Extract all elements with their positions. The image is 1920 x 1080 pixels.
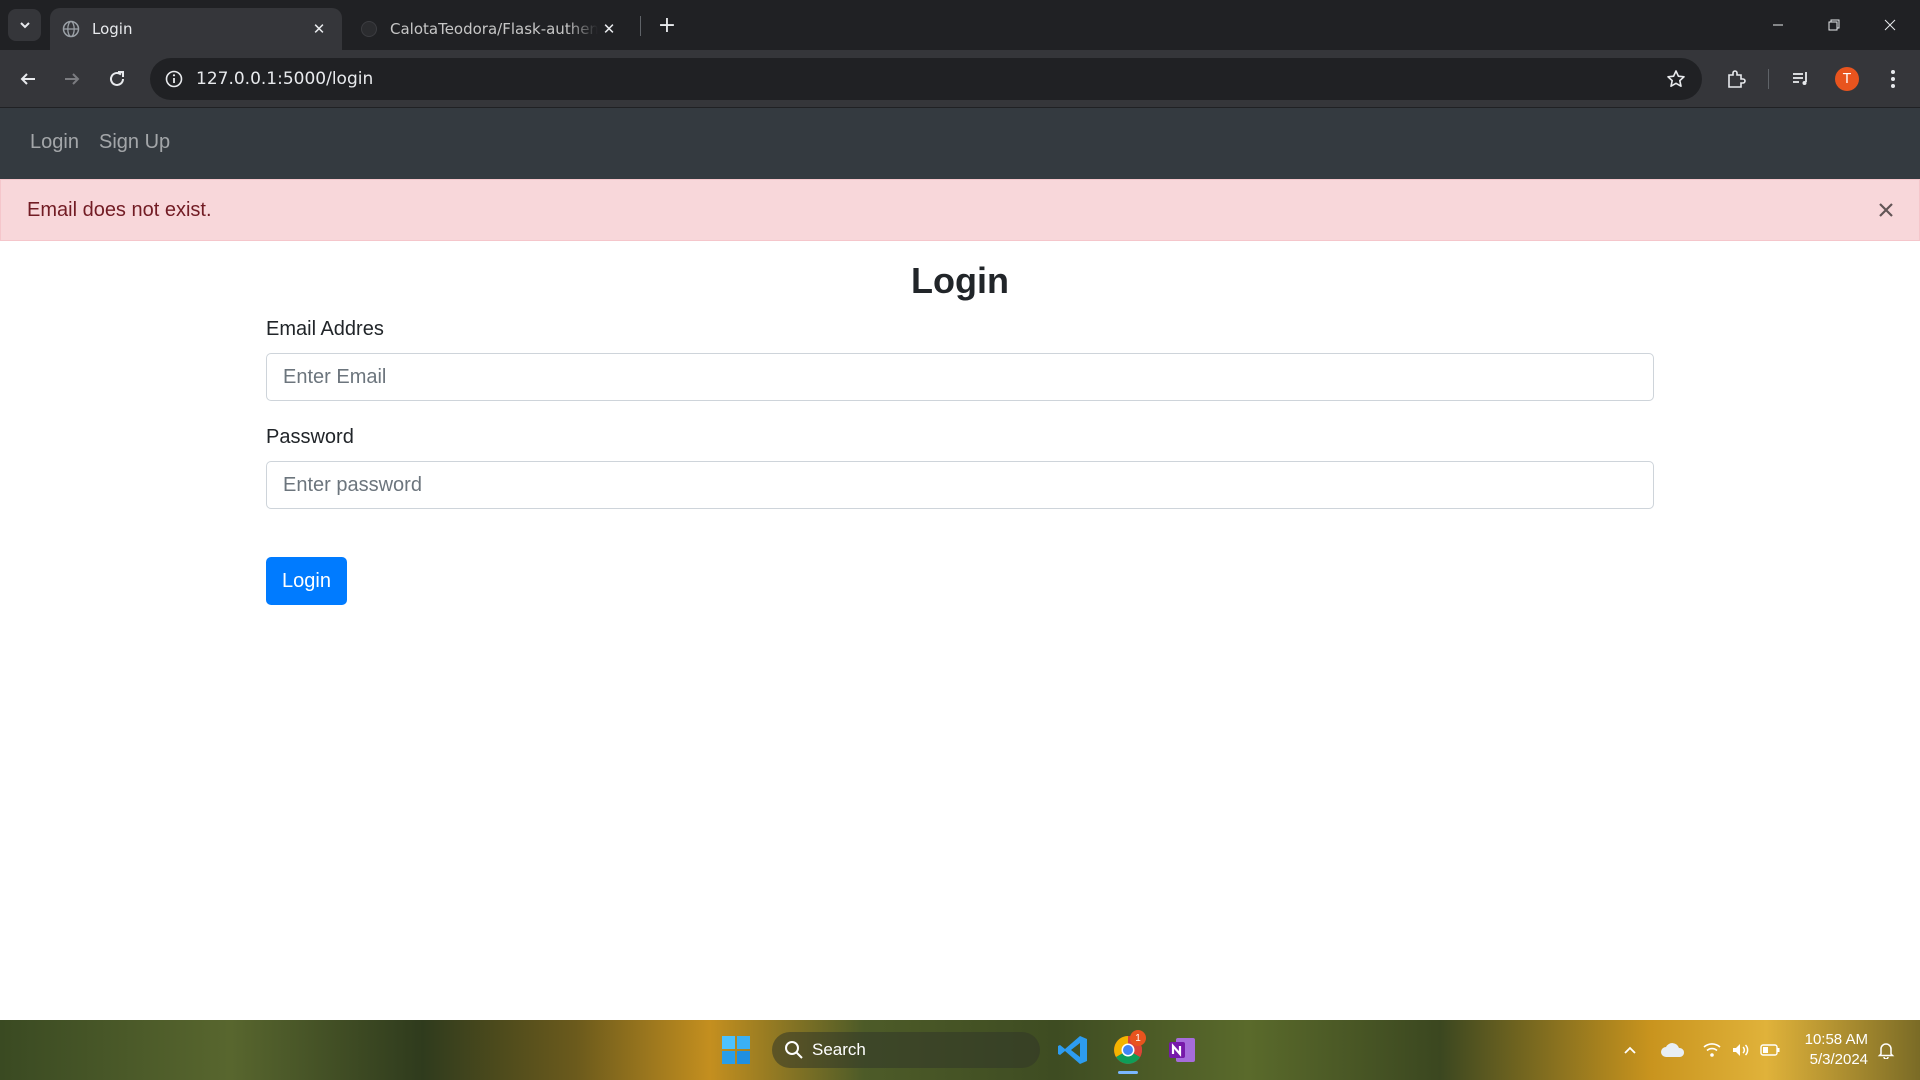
globe-icon <box>62 20 80 38</box>
close-icon <box>1879 203 1893 217</box>
tab-github[interactable]: CalotaTeodora/Flask-authentication ✕ <box>348 8 632 50</box>
back-button[interactable] <box>11 62 45 96</box>
email-label: Email Addres <box>266 318 384 340</box>
profile-avatar[interactable]: T <box>1835 67 1859 91</box>
email-field[interactable] <box>266 353 1654 401</box>
close-icon[interactable]: ✕ <box>308 18 330 40</box>
onenote-icon <box>1169 1038 1195 1062</box>
volume-icon[interactable] <box>1730 1040 1750 1060</box>
media-control-button[interactable] <box>1784 62 1818 96</box>
login-button[interactable]: Login <box>266 557 347 605</box>
search-label: Search <box>812 1040 866 1059</box>
vscode-app[interactable] <box>1053 1030 1093 1070</box>
url-text[interactable]: 127.0.0.1:5000/login <box>196 69 373 89</box>
puzzle-icon <box>1728 70 1746 88</box>
close-icon <box>1884 19 1896 31</box>
taskbar-clock[interactable]: 10:58 AM 5/3/2024 <box>1790 1030 1868 1070</box>
clock-time: 10:58 AM <box>1804 1031 1868 1048</box>
notification-badge: 1 <box>1130 1030 1146 1046</box>
browser-toolbar: 127.0.0.1:5000/login <box>0 50 1920 108</box>
tab-search-button[interactable] <box>8 9 41 41</box>
tab-login[interactable]: Login ✕ <box>50 8 342 50</box>
start-button[interactable] <box>716 1030 756 1070</box>
chevron-up-icon[interactable] <box>1620 1040 1640 1060</box>
restore-icon <box>1828 19 1840 31</box>
arrow-right-icon <box>65 73 80 85</box>
wifi-icon[interactable] <box>1702 1040 1722 1060</box>
info-icon[interactable] <box>160 65 188 93</box>
bookmark-star-icon[interactable] <box>1662 65 1690 93</box>
plus-icon: + <box>657 12 677 38</box>
onedrive-cloud-icon[interactable] <box>1660 1040 1686 1060</box>
taskbar-search[interactable]: Search <box>772 1032 1040 1068</box>
windows-logo-icon <box>722 1036 750 1064</box>
menu-button[interactable] <box>1876 62 1910 96</box>
new-tab-button[interactable]: + <box>652 11 682 39</box>
browser-tabstrip: Login ✕ CalotaTeodora/Flask-authenticati… <box>0 0 1920 50</box>
search-icon <box>785 1041 803 1059</box>
github-icon <box>360 20 378 38</box>
navbar: Login Sign Up <box>0 108 1920 179</box>
forward-button[interactable] <box>55 62 89 96</box>
tab-title: CalotaTeodora/Flask-authentication <box>390 20 598 38</box>
restore-button[interactable] <box>1806 0 1862 50</box>
tab-divider <box>640 16 641 36</box>
error-alert: Email does not exist. <box>0 179 1920 241</box>
chevron-down-icon <box>19 22 30 29</box>
password-field[interactable] <box>266 461 1654 509</box>
alert-message: Email does not exist. <box>27 199 212 221</box>
alert-close-button[interactable] <box>1871 195 1901 225</box>
battery-icon[interactable] <box>1760 1040 1780 1060</box>
vscode-icon <box>1058 1036 1087 1064</box>
onenote-app[interactable] <box>1162 1030 1202 1070</box>
notification-bell-icon[interactable] <box>1876 1040 1896 1060</box>
tab-title: Login <box>92 20 133 38</box>
minimize-icon <box>1773 24 1783 26</box>
password-label: Password <box>266 426 354 448</box>
reload-icon <box>110 71 124 86</box>
close-window-button[interactable] <box>1862 0 1918 50</box>
more-vert-icon <box>1891 70 1895 88</box>
nav-link-login[interactable]: Login <box>30 131 79 154</box>
toolbar-separator <box>1768 69 1769 89</box>
nav-link-signup[interactable]: Sign Up <box>99 131 170 154</box>
address-bar[interactable]: 127.0.0.1:5000/login <box>150 58 1702 100</box>
close-icon[interactable]: ✕ <box>598 18 620 40</box>
queue-music-icon <box>1793 72 1807 85</box>
minimize-button[interactable] <box>1750 0 1806 50</box>
extensions-button[interactable] <box>1719 62 1753 96</box>
arrow-left-icon <box>20 73 35 85</box>
clock-date: 5/3/2024 <box>1809 1051 1868 1068</box>
reload-button[interactable] <box>100 62 134 96</box>
active-app-indicator <box>1118 1071 1138 1074</box>
page-title: Login <box>911 260 1009 301</box>
